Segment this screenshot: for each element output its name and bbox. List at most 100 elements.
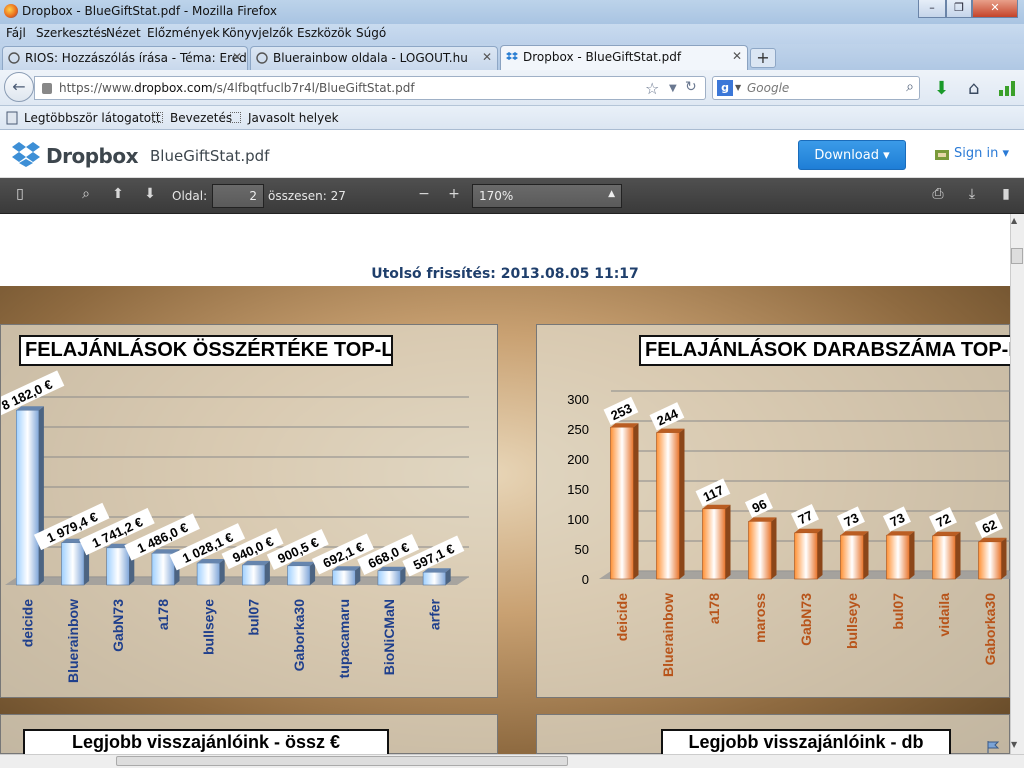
menu-history[interactable]: Előzmények [147,26,220,40]
sidebar-toggle-icon[interactable]: ▯ [10,186,30,202]
bottom-panel-right: Legjobb visszajánlóink - db [536,714,1010,754]
window-title: Dropbox - BlueGiftStat.pdf - Mozilla Fir… [22,4,277,18]
data-label: 597,1 € [411,541,457,573]
bar-side [38,406,44,585]
data-label-group: 73 [836,506,865,532]
reload-icon[interactable]: ↻ [685,79,697,95]
lock-icon [42,83,52,94]
vertical-scrollbar[interactable] [1010,214,1024,754]
menu-view[interactable]: Nézet [106,26,141,40]
y-tick-label: 200 [567,452,589,467]
chart-panel-count: FELAJÁNLÁSOK DARABSZÁMA TOP-LISTA 050100… [536,324,1010,698]
value-bar-chart: 8 182,0 €deicide1 979,4 €Bluerainbow1 74… [1,370,469,683]
horizontal-scroll-thumb[interactable] [116,756,568,766]
bar [287,565,311,586]
count-bar-chart: 050100150200250300253deicide244Bluerainb… [567,390,1010,677]
menu-bookmarks[interactable]: Könyvjelzők [222,26,293,40]
category-label: bul07 [890,593,906,630]
dropdown-arrow-icon[interactable]: ▼ [669,83,677,94]
google-icon[interactable]: g [717,80,733,96]
next-page-icon[interactable]: ⬇ [140,186,160,202]
address-bar[interactable]: https://www.dropbox.com/s/4lfbqtfuclb7r4… [34,76,706,100]
chat-icon [256,52,268,64]
category-label: Bluerainbow [65,599,81,683]
bookmarks-bar: Legtöbbször látogatott Bevezetés Javasol… [0,106,1024,130]
last-updated-text: Utolsó frissítés: 2013.08.05 11:17 [371,266,639,282]
menu-file[interactable]: Fájl [6,26,26,40]
category-label: tupacamaru [336,599,352,678]
bookmark-suggested-sites[interactable]: Javasolt helyek [248,111,339,125]
minimize-button[interactable]: – [918,0,946,18]
y-tick-label: 300 [567,392,589,407]
chevron-down-icon[interactable]: ▼ [735,83,741,92]
signal-bars-icon[interactable] [998,80,1016,96]
menu-help[interactable]: Súgó [356,26,386,40]
star-bookmark-icon[interactable]: ☆ [645,79,659,98]
tab-dropbox[interactable]: Dropbox - BlueGiftStat.pdf ✕ [500,45,748,71]
menu-tools[interactable]: Eszközök [297,26,352,40]
signin-link[interactable]: Sign in ▾ [954,146,1009,161]
feedback-flag-icon[interactable] [986,740,1000,754]
print-icon[interactable]: ⎙ [928,186,948,202]
previous-page-icon[interactable]: ⬆ [108,186,128,202]
page-number-input[interactable]: 2 [212,184,264,208]
pdf-page: Utolsó frissítés: 2013.08.05 11:17 FELAJ… [0,214,1010,754]
home-icon[interactable]: ⌂ [968,78,979,99]
bottom-title-right: Legjobb visszajánlóink - db [661,729,951,754]
download-arrow-icon[interactable]: ⬇ [934,78,949,99]
bookmark-page-icon [230,112,241,123]
vertical-scroll-thumb[interactable] [1011,248,1023,264]
download-button[interactable]: Download ▾ [798,140,906,170]
category-label: a178 [155,599,171,630]
search-placeholder: Google [747,81,790,95]
category-label: arfer [426,598,442,630]
bar [794,532,818,580]
search-field[interactable]: g ▼ Google ⌕ [712,76,920,100]
maximize-button[interactable]: ❐ [946,0,972,18]
category-label: bul07 [246,599,262,636]
dropbox-brand[interactable]: Dropbox [46,144,138,168]
data-label: 668,0 € [366,539,412,571]
search-icon[interactable]: ⌕ [906,79,914,95]
close-tab-icon[interactable]: ✕ [232,50,242,64]
close-tab-icon[interactable]: ✕ [482,50,492,64]
window-titlebar: Dropbox - BlueGiftStat.pdf - Mozilla Fir… [0,0,1024,24]
new-tab-button[interactable]: + [750,48,776,68]
data-label-group: 117 [695,478,731,507]
bar [106,547,130,586]
category-label: GabN73 [110,599,126,652]
bookmark-page-icon [152,112,163,123]
close-tab-icon[interactable]: ✕ [732,49,742,63]
category-label: bullseye [200,599,216,655]
category-label: bullseye [844,593,860,649]
menu-edit[interactable]: Szerkesztés [36,26,107,40]
scroll-down-icon[interactable]: ▼ [1011,740,1017,749]
dropbox-logo-icon[interactable] [12,140,40,168]
search-icon[interactable]: ⌕ [76,186,96,202]
scroll-up-icon[interactable]: ▲ [1011,216,1017,225]
bar [656,432,680,580]
bookmark-getting-started[interactable]: Bevezetés [170,111,232,125]
bar [840,534,864,580]
back-button[interactable]: ← [4,72,34,102]
zoom-select[interactable]: 170% ▲ [472,184,622,208]
url-text: https://www.dropbox.com/s/4lfbqtfuclb7r4… [59,81,415,95]
bookmark-most-visited[interactable]: Legtöbbször látogatott [24,111,161,125]
category-label: vidaila [936,593,952,637]
zoom-in-icon[interactable]: + [444,186,464,202]
bar [196,562,221,586]
chat-icon [8,52,20,64]
category-label: deicide [20,599,36,647]
tab-label: Dropbox - BlueGiftStat.pdf [523,50,682,64]
tab-logout[interactable]: Bluerainbow oldala - LOGOUT.hu ✕ [250,46,498,70]
save-icon[interactable]: ⤓ [962,186,982,202]
close-window-button[interactable]: ✕ [972,0,1018,18]
zoom-out-icon[interactable]: − [414,186,434,202]
tab-rios[interactable]: RIOS: Hozzászólás írása - Téma: Erede...… [2,46,248,70]
bar-side [310,561,316,585]
bookmark-icon[interactable]: ▮ [996,186,1016,202]
category-label: Gaborka30 [982,593,998,666]
bar-side [1001,537,1007,579]
page-label: Oldal: [172,189,208,203]
bar [702,508,726,580]
